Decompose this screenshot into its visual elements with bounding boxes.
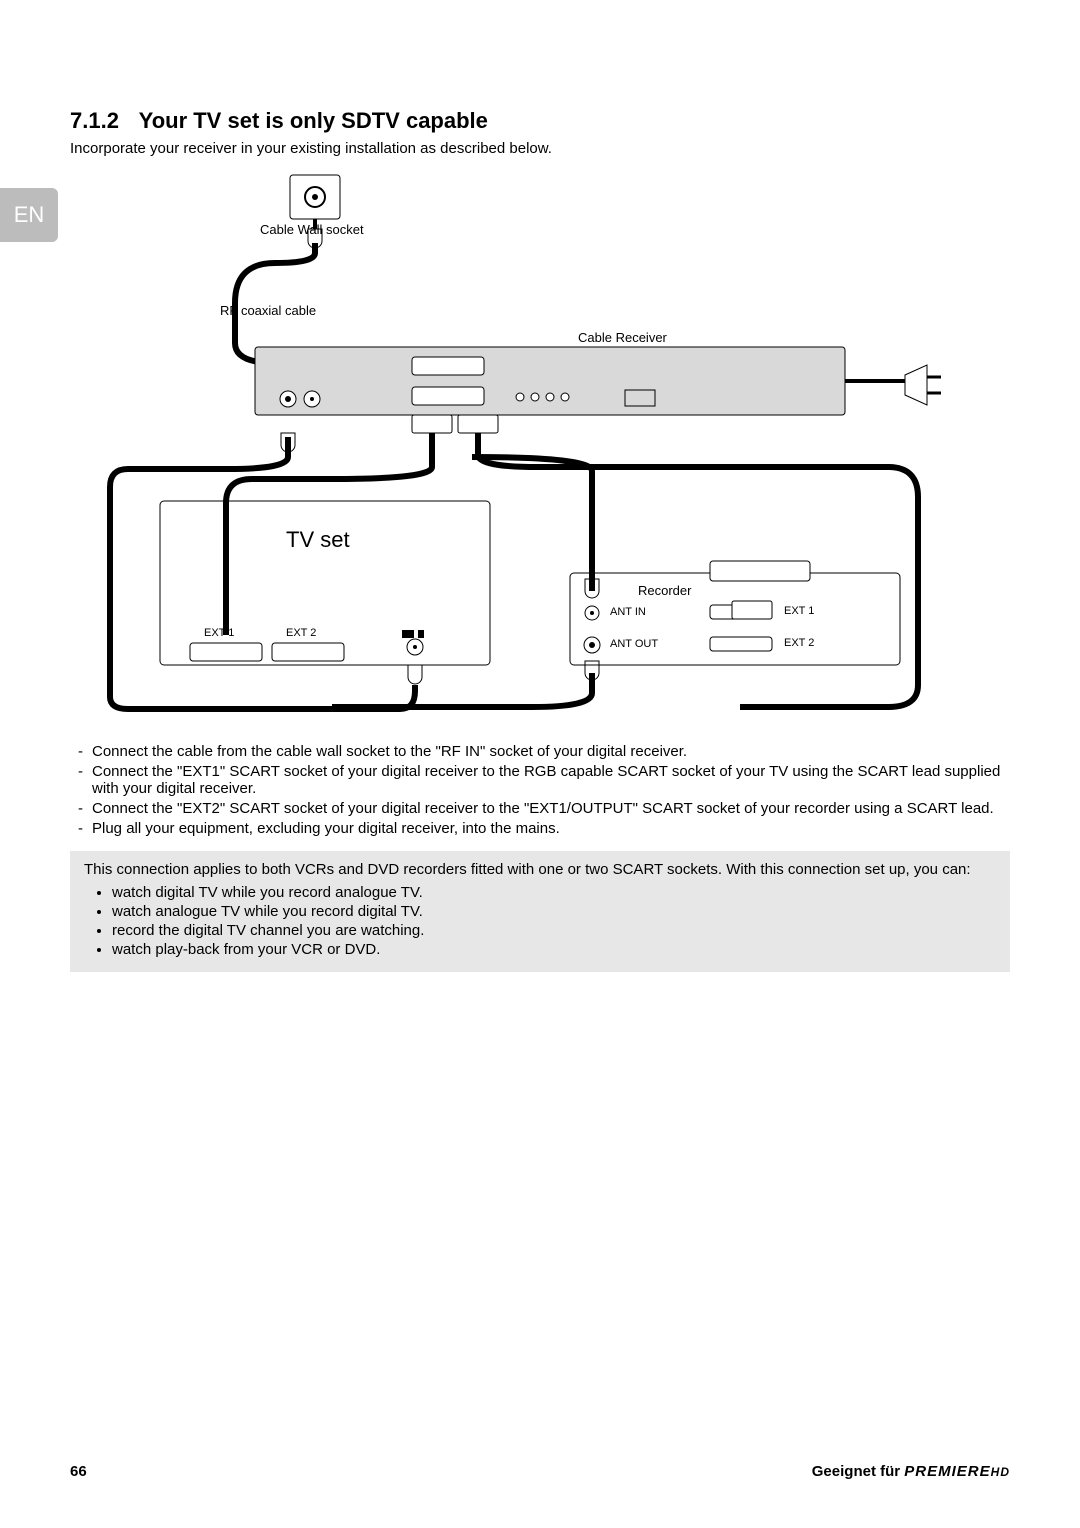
footer-brand-suffix: HD bbox=[991, 1465, 1010, 1479]
connection-diagram: Cable Wall socket RF coaxial cable Cable… bbox=[70, 175, 1010, 715]
instruction-item: Connect the "EXT2" SCART socket of your … bbox=[92, 800, 1010, 817]
footer-brand-line: Geeignet für PREMIEREHD bbox=[812, 1463, 1010, 1480]
label-rec-ext1: EXT 1 bbox=[784, 605, 814, 617]
section-title-text: Your TV set is only SDTV capable bbox=[139, 108, 488, 133]
footer-brand: PREMIERE bbox=[904, 1463, 990, 1480]
label-tv-ext1: EXT 1 bbox=[204, 627, 234, 639]
label-cable-wall-socket: Cable Wall socket bbox=[260, 222, 364, 237]
page-footer: 66 Geeignet für PREMIEREHD bbox=[70, 1463, 1010, 1480]
label-ant-out: ANT OUT bbox=[610, 638, 658, 650]
label-ant-in: ANT IN bbox=[610, 606, 646, 618]
note-list: watch digital TV while you record analog… bbox=[84, 884, 996, 958]
note-item: watch digital TV while you record analog… bbox=[112, 884, 996, 901]
label-tv-ext2: EXT 2 bbox=[286, 627, 316, 639]
note-item: record the digital TV channel you are wa… bbox=[112, 922, 996, 939]
instruction-item: Connect the cable from the cable wall so… bbox=[92, 743, 1010, 760]
note-box: This connection applies to both VCRs and… bbox=[70, 851, 1010, 972]
page-number: 66 bbox=[70, 1463, 87, 1480]
section-number: 7.1.2 bbox=[70, 108, 119, 133]
language-tab: EN bbox=[0, 188, 58, 242]
section-heading: 7.1.2 Your TV set is only SDTV capable bbox=[70, 108, 1010, 134]
label-rec-ext2: EXT 2 bbox=[784, 637, 814, 649]
label-rf-coaxial-cable: RF coaxial cable bbox=[220, 303, 316, 318]
note-item: watch analogue TV while you record digit… bbox=[112, 903, 996, 920]
label-recorder: Recorder bbox=[638, 583, 691, 598]
note-item: watch play-back from your VCR or DVD. bbox=[112, 941, 996, 958]
label-cable-receiver: Cable Receiver bbox=[578, 330, 667, 345]
instruction-list: Connect the cable from the cable wall so… bbox=[70, 743, 1010, 837]
intro-paragraph: Incorporate your receiver in your existi… bbox=[70, 140, 1010, 157]
instruction-item: Connect the "EXT1" SCART socket of your … bbox=[92, 763, 1010, 797]
label-tv-set: TV set bbox=[286, 527, 350, 553]
note-intro: This connection applies to both VCRs and… bbox=[84, 861, 996, 878]
footer-suitable-for: Geeignet für bbox=[812, 1463, 900, 1480]
instruction-item: Plug all your equipment, excluding your … bbox=[92, 820, 1010, 837]
